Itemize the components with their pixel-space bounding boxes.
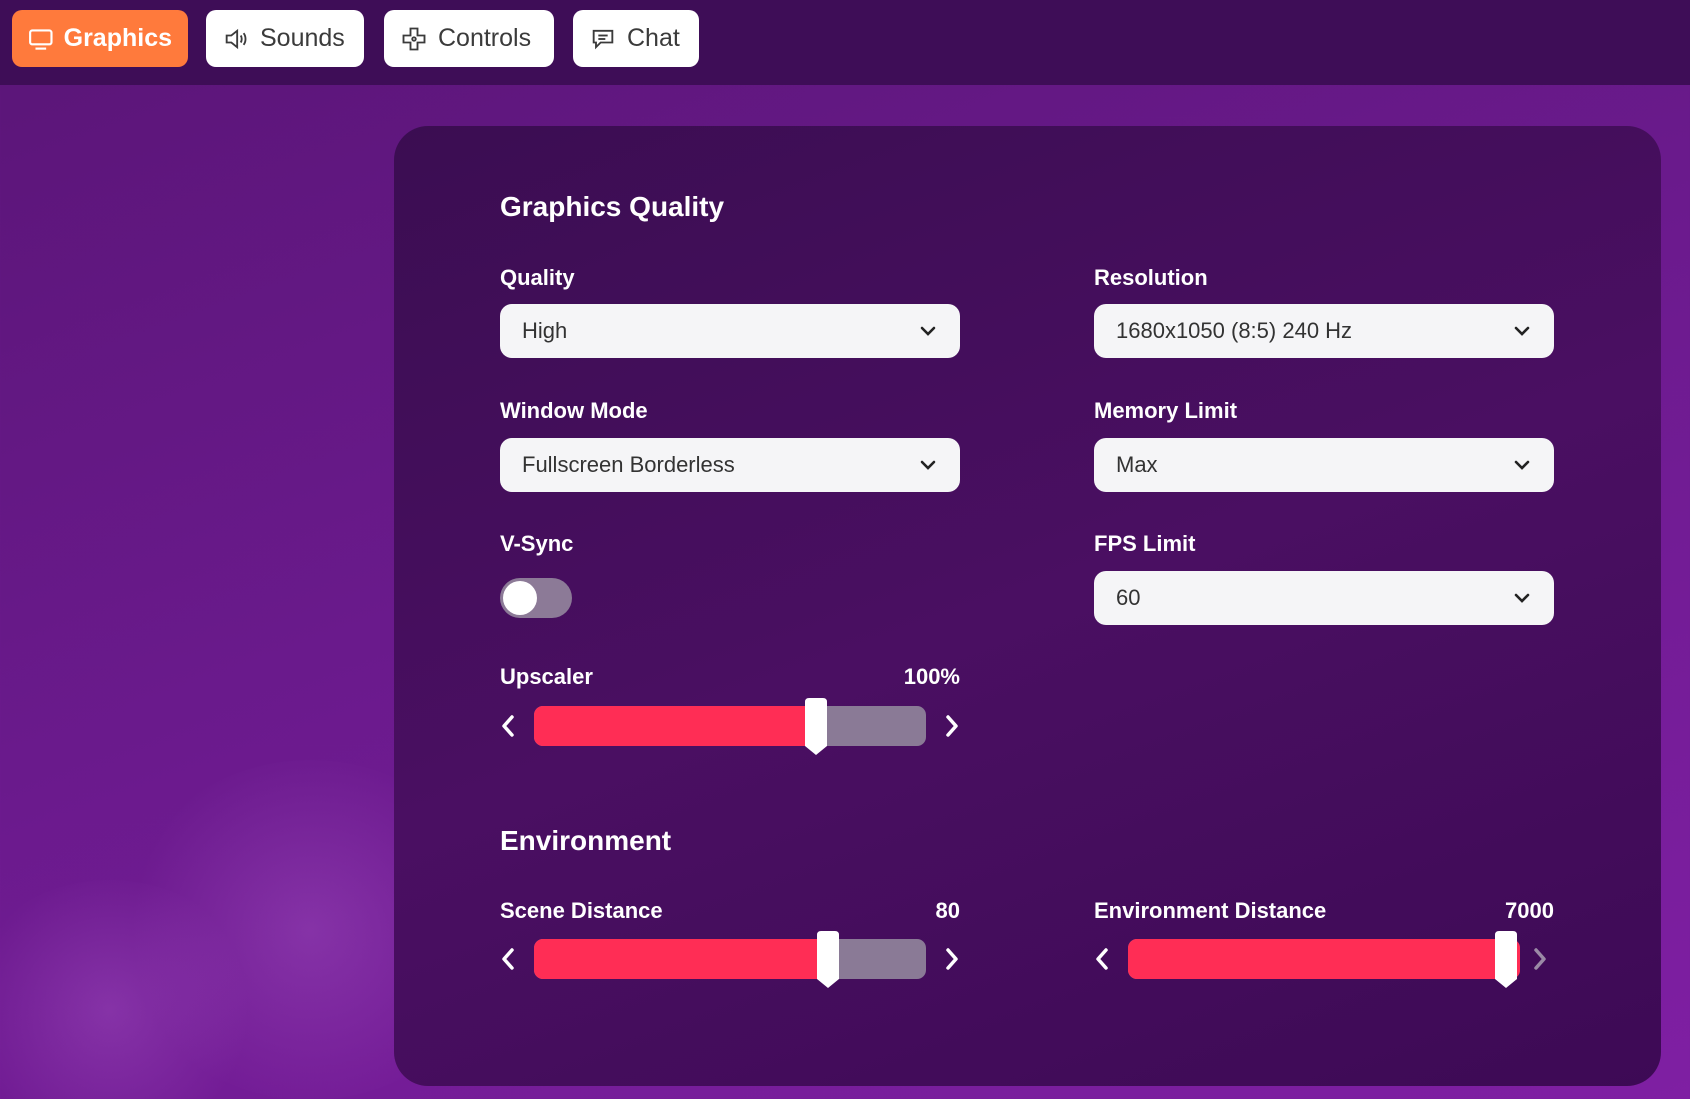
- resolution-value: 1680x1050 (8:5) 240 Hz: [1116, 318, 1353, 343]
- settings-tab-bar: Graphics Sounds Controls Chat: [0, 0, 1690, 85]
- environment-distance-slider[interactable]: [1128, 931, 1520, 988]
- gamepad-icon: [402, 27, 426, 50]
- slider-fill: [534, 706, 816, 746]
- tab-sounds[interactable]: Sounds: [206, 10, 364, 67]
- chevron-right-icon[interactable]: [1528, 941, 1552, 977]
- chevron-down-icon: [1514, 460, 1530, 470]
- chevron-down-icon: [1514, 326, 1530, 336]
- quality-select[interactable]: High: [500, 304, 960, 358]
- fps-limit-value: 60: [1116, 585, 1141, 610]
- scene-distance-slider[interactable]: [534, 931, 926, 988]
- memory-limit-label: Memory Limit: [1094, 398, 1238, 423]
- chat-bubble-icon: [592, 29, 614, 49]
- fps-limit-label: FPS Limit: [1094, 531, 1196, 556]
- chevron-right-icon[interactable]: [940, 941, 964, 977]
- environment-distance-value: 7000: [1505, 898, 1554, 923]
- upscaler-label: Upscaler: [500, 664, 593, 689]
- slider-fill: [1128, 939, 1520, 979]
- environment-distance-label: Environment Distance: [1094, 898, 1327, 923]
- section-title-environment: Environment: [500, 825, 672, 856]
- quality-value: High: [522, 318, 568, 343]
- chevron-down-icon: [1514, 593, 1530, 603]
- tab-label: Graphics: [63, 24, 172, 52]
- slider-thumb[interactable]: [1492, 931, 1520, 989]
- slider-thumb[interactable]: [814, 931, 842, 989]
- window-mode-value: Fullscreen Borderless: [522, 452, 735, 477]
- tab-controls[interactable]: Controls: [384, 10, 554, 67]
- upscaler-slider[interactable]: [534, 698, 926, 755]
- memory-limit-select[interactable]: Max: [1094, 438, 1554, 492]
- quality-label: Quality: [500, 265, 575, 290]
- scene-distance-label: Scene Distance: [500, 898, 663, 923]
- speaker-icon: [225, 28, 247, 49]
- slider-fill: [534, 939, 828, 979]
- tab-label: Chat: [627, 24, 680, 52]
- graphics-settings-panel: Graphics Quality Quality High Resolution…: [394, 126, 1661, 1086]
- resolution-select[interactable]: 1680x1050 (8:5) 240 Hz: [1094, 304, 1554, 358]
- window-mode-select[interactable]: Fullscreen Borderless: [500, 438, 960, 492]
- slider-thumb[interactable]: [802, 698, 830, 756]
- chevron-left-icon[interactable]: [1090, 941, 1114, 977]
- tab-label: Sounds: [260, 24, 345, 52]
- section-title-graphics-quality: Graphics Quality: [500, 191, 725, 222]
- memory-limit-value: Max: [1116, 452, 1158, 477]
- chevron-left-icon[interactable]: [496, 708, 520, 744]
- vsync-label: V-Sync: [500, 531, 574, 556]
- scene-distance-value: 80: [935, 898, 960, 923]
- fps-limit-select[interactable]: 60: [1094, 571, 1554, 625]
- upscaler-value: 100%: [903, 664, 960, 689]
- resolution-label: Resolution: [1094, 265, 1208, 290]
- chevron-down-icon: [920, 460, 936, 470]
- tab-graphics[interactable]: Graphics: [12, 10, 188, 67]
- window-mode-label: Window Mode: [500, 398, 648, 423]
- toggle-knob: [503, 581, 537, 615]
- monitor-icon: [29, 28, 53, 50]
- tab-label: Controls: [438, 24, 532, 52]
- chevron-down-icon: [920, 326, 936, 336]
- chevron-right-icon[interactable]: [940, 708, 964, 744]
- vsync-toggle[interactable]: [500, 578, 572, 618]
- tab-chat[interactable]: Chat: [573, 10, 699, 67]
- chevron-left-icon[interactable]: [496, 941, 520, 977]
